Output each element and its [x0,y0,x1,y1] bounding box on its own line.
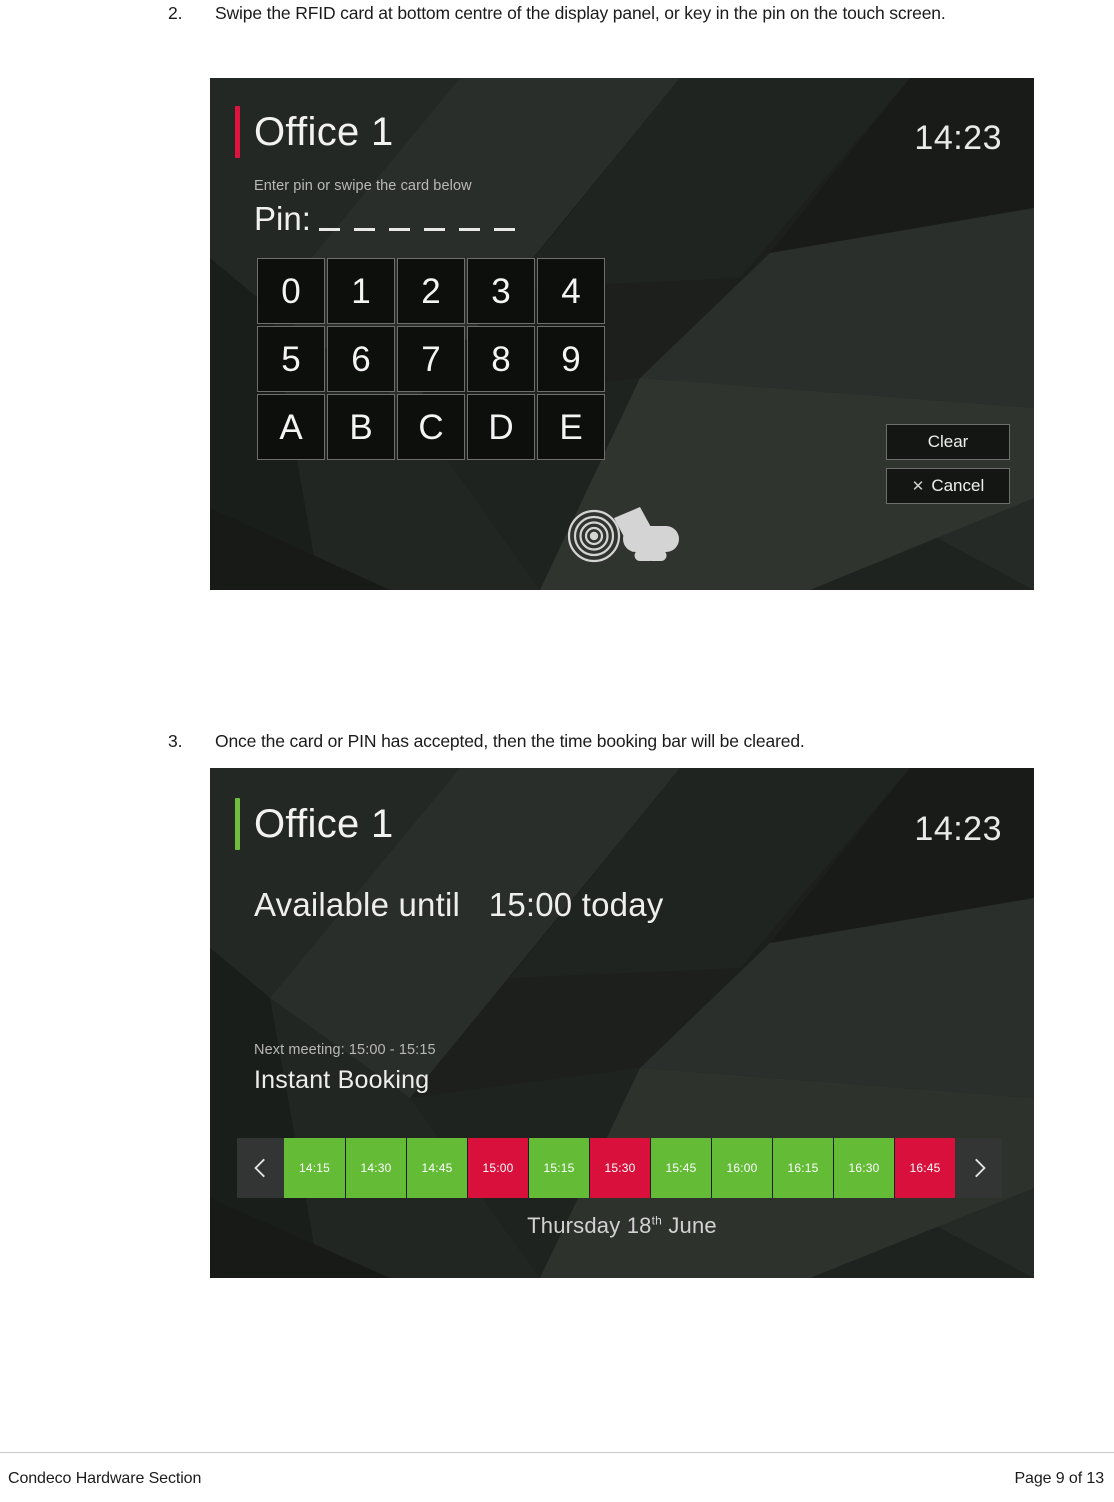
cancel-button-label: Cancel [931,476,985,495]
time-slot-1630[interactable]: 16:30 [833,1138,894,1198]
chevron-left-icon[interactable] [237,1138,284,1198]
pin-entry-row: Pin: [254,202,515,235]
pin-slot [318,228,340,231]
keypad-key-d[interactable]: D [467,394,535,460]
availability-panel-screenshot: Office 1 14:23 Available until 15:00 tod… [210,768,1034,1278]
keypad-key-3[interactable]: 3 [467,258,535,324]
availability-status-prefix: Available until [254,886,461,923]
keypad-row: 01234 [257,258,605,324]
pin-label: Pin: [254,200,311,237]
pin-slot [423,228,445,231]
keypad-key-e[interactable]: E [537,394,605,460]
room-title: Office 1 [254,110,394,154]
time-slot-1615[interactable]: 16:15 [772,1138,833,1198]
booking-bar-date: Thursday 18th June [210,1213,1034,1239]
keypad-key-5[interactable]: 5 [257,326,325,392]
pin-slot [493,228,515,231]
time-slot-1500[interactable]: 15:00 [467,1138,528,1198]
pin-slot [458,228,480,231]
keypad-key-b[interactable]: B [327,394,395,460]
keypad-key-6[interactable]: 6 [327,326,395,392]
pin-slot [388,228,410,231]
date-ordinal: th [651,1213,663,1228]
keypad-key-2[interactable]: 2 [397,258,465,324]
footer-divider [0,1452,1114,1453]
panel-clock: 14:23 [914,810,1002,848]
panel-clock: 14:23 [914,119,1002,157]
time-slot-1645[interactable]: 16:45 [894,1138,955,1198]
step-item-3: 3. Once the card or PIN has accepted, th… [168,726,805,756]
keypad-key-7[interactable]: 7 [397,326,465,392]
clear-button-label: Clear [927,432,969,451]
footer-left-text: Condeco Hardware Section [8,1470,202,1487]
step-number: 3. [168,731,183,751]
room-accent-bar [235,106,240,158]
close-icon: ✕ [911,477,925,495]
room-accent-bar [235,798,240,850]
clear-button[interactable]: Clear [886,424,1010,460]
keypad-key-1[interactable]: 1 [327,258,395,324]
date-month: June [668,1213,717,1238]
pin-keypad[interactable]: 0123456789ABCDE [257,258,605,460]
pin-slot [353,228,375,231]
keypad-key-a[interactable]: A [257,394,325,460]
keypad-row: 56789 [257,326,605,392]
instant-booking-label: Instant Booking [254,1066,430,1094]
footer-right-text: Page 9 of 13 [1014,1470,1104,1487]
step-number: 2. [168,3,183,23]
keypad-key-9[interactable]: 9 [537,326,605,392]
keypad-row: ABCDE [257,394,605,460]
availability-status-time: 15:00 today [488,886,664,923]
time-booking-bar: 14:15 14:30 14:45 15:00 15:15 15:30 15:45 16:00… [237,1138,1002,1198]
time-slot-1530[interactable]: 15:30 [589,1138,650,1198]
keypad-key-4[interactable]: 4 [537,258,605,324]
pin-entry-panel-screenshot: Office 1 14:23 Enter pin or swipe the ca… [210,78,1034,590]
availability-status: Available until 15:00 today [254,888,663,921]
time-slot-1545[interactable]: 15:45 [650,1138,711,1198]
pin-hint-text: Enter pin or swipe the card below [254,178,472,194]
pin-side-buttons: Clear ✕ Cancel [886,424,1010,504]
keypad-key-0[interactable]: 0 [257,258,325,324]
time-slot-1445[interactable]: 14:45 [406,1138,467,1198]
time-slot-1515[interactable]: 15:15 [528,1138,589,1198]
room-title: Office 1 [254,802,394,846]
date-weekday-day: Thursday 18 [527,1213,652,1238]
step-text: Once the card or PIN has accepted, then … [215,731,805,751]
chevron-right-icon[interactable] [955,1138,1002,1198]
rfid-card-swipe-icon [562,502,690,566]
time-slot-1430[interactable]: 14:30 [345,1138,406,1198]
next-meeting-text: Next meeting: 15:00 - 15:15 [254,1042,436,1058]
time-slot-1600[interactable]: 16:00 [711,1138,772,1198]
keypad-key-8[interactable]: 8 [467,326,535,392]
document-page: 2. Swipe the RFID card at bottom centre … [0,0,1114,1502]
time-slot-1415[interactable]: 14:15 [284,1138,345,1198]
time-slot-list: 14:15 14:30 14:45 15:00 15:15 15:30 15:45 16:00… [284,1138,955,1198]
keypad-key-c[interactable]: C [397,394,465,460]
step-text: Swipe the RFID card at bottom centre of … [215,3,946,23]
cancel-button[interactable]: ✕ Cancel [886,468,1010,504]
pin-slots [318,228,515,235]
step-item-2: 2. Swipe the RFID card at bottom centre … [168,0,946,28]
page-footer: Condeco Hardware Section Page 9 of 13 [0,1470,1114,1488]
